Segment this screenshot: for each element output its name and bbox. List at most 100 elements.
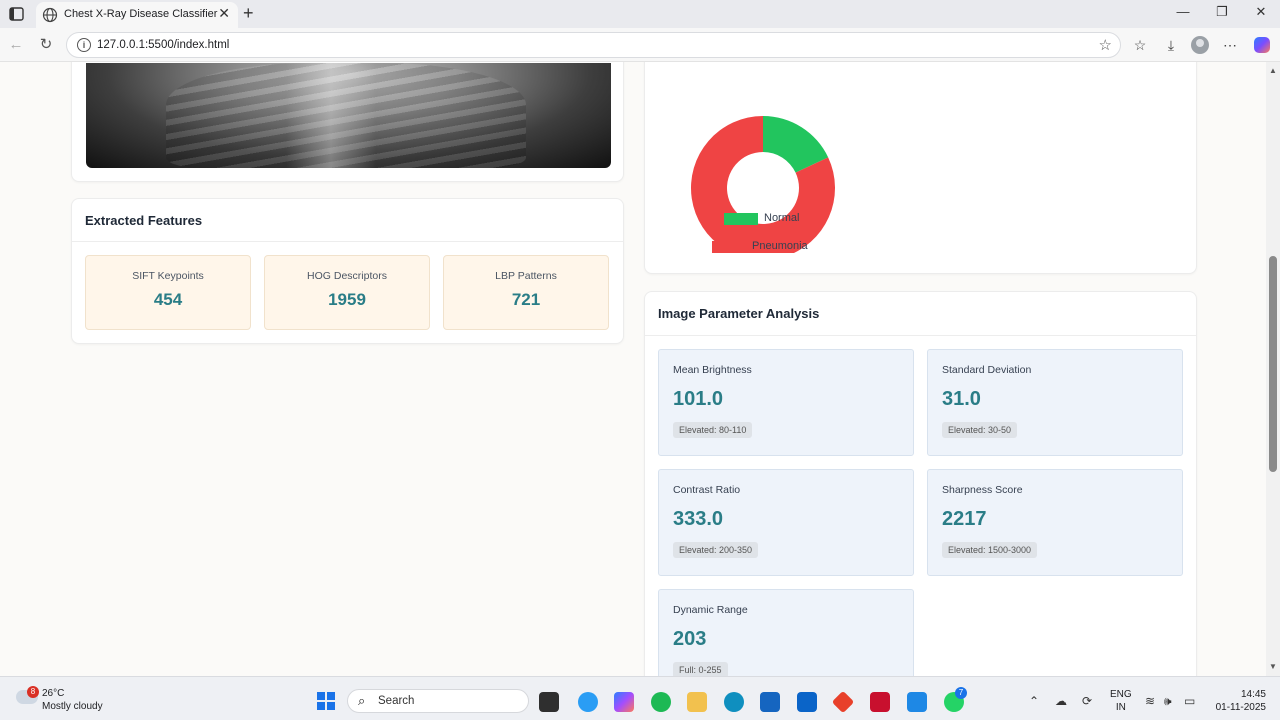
site-info-icon[interactable]: i	[77, 38, 91, 52]
donut-chart	[691, 116, 835, 253]
back-icon[interactable]: ←	[6, 35, 26, 55]
param-label: Mean Brightness	[673, 364, 752, 376]
show-hidden-icons-icon[interactable]: ⌃	[1029, 694, 1039, 708]
prediction-chart-card: Normal Pneumonia	[644, 62, 1197, 274]
globe-icon	[42, 7, 58, 23]
param-sharpness-score: Sharpness Score 2217 Elevated: 1500-3000	[927, 469, 1183, 576]
downloads-icon[interactable]: ⤓	[1161, 35, 1181, 55]
store-icon[interactable]	[760, 692, 780, 712]
legend-label: Pneumonia	[752, 240, 808, 252]
param-contrast-ratio: Contrast Ratio 333.0 Elevated: 200-350	[658, 469, 914, 576]
param-value: 333.0	[673, 508, 724, 530]
feature-label: SIFT Keypoints	[132, 270, 204, 282]
browser-toolbar: ← ↻ i 127.0.0.1:5500/index.html ☆ ☆ ⤓ ⋯	[0, 28, 1280, 62]
clock-date: 01-11-2025	[1215, 702, 1266, 713]
weather-temperature: 26°C	[42, 688, 65, 699]
param-range-badge: Elevated: 200-350	[673, 542, 759, 558]
tab-title: Chest X-Ray Disease Classifier	[64, 8, 218, 20]
search-icon: ⌕	[358, 693, 366, 708]
feature-value: 721	[511, 290, 541, 309]
close-tab-icon[interactable]: ✕	[218, 5, 230, 22]
param-range-badge: Elevated: 80-110	[673, 422, 753, 438]
sync-icon[interactable]: ⟳	[1082, 694, 1092, 708]
xray-image-card	[71, 62, 624, 182]
task-view-icon[interactable]	[539, 692, 559, 712]
edge-browser-icon[interactable]	[724, 692, 744, 712]
param-value: 31.0	[942, 388, 981, 410]
param-label: Dynamic Range	[673, 604, 748, 616]
features-title: Extracted Features	[85, 213, 203, 228]
param-standard-deviation: Standard Deviation 31.0 Elevated: 30-50	[927, 349, 1183, 456]
windows-taskbar: 8 26°C Mostly cloudy ⌕ Search 7 ⌃ ☁ ⟳ EN…	[0, 676, 1280, 720]
favorite-star-icon[interactable]: ☆	[1099, 36, 1112, 54]
extracted-features-card: Extracted Features SIFT Keypoints 454 HO…	[71, 198, 624, 344]
tab-actions-icon[interactable]	[8, 6, 26, 22]
anydesk-icon[interactable]	[831, 690, 855, 714]
param-value: 101.0	[673, 388, 724, 410]
feature-label: HOG Descriptors	[307, 270, 387, 282]
xray-image	[86, 63, 611, 168]
close-window-icon[interactable]: ✕	[1251, 4, 1271, 20]
reload-icon[interactable]: ↻	[36, 35, 56, 55]
param-range-badge: Full: 0-255	[673, 662, 728, 676]
search-label: Search	[378, 695, 415, 707]
more-options-icon[interactable]: ⋯	[1220, 35, 1240, 55]
language-code: ENG	[1110, 689, 1132, 700]
address-bar[interactable]: i 127.0.0.1:5500/index.html ☆	[66, 32, 1121, 58]
params-title: Image Parameter Analysis	[658, 306, 820, 321]
param-label: Sharpness Score	[942, 484, 1023, 496]
param-range-badge: Elevated: 1500-3000	[942, 542, 1038, 558]
legend-swatch	[712, 241, 746, 253]
param-mean-brightness: Mean Brightness 101.0 Elevated: 80-110	[658, 349, 914, 456]
parameter-analysis-card: Image Parameter Analysis Mean Brightness…	[644, 291, 1197, 676]
feature-sift: SIFT Keypoints 454	[85, 255, 251, 330]
param-value: 2217	[942, 508, 987, 530]
favorites-icon[interactable]: ☆	[1130, 35, 1150, 55]
weather-alert-badge: 8	[27, 686, 39, 698]
browser-tab-active[interactable]: Chest X-Ray Disease Classifier ✕	[36, 2, 238, 28]
copilot-icon[interactable]	[1254, 37, 1270, 53]
page-viewport: Extracted Features SIFT Keypoints 454 HO…	[0, 62, 1266, 676]
clock-time: 14:45	[1240, 689, 1266, 700]
outlook-icon[interactable]	[797, 692, 817, 712]
divider	[645, 335, 1196, 336]
param-dynamic-range: Dynamic Range 203 Full: 0-255	[658, 589, 914, 676]
feature-value: 454	[153, 290, 183, 309]
page-scrollbar[interactable]: ▲ ▼	[1266, 62, 1280, 676]
system-clock[interactable]: 14:45 01-11-2025	[1206, 688, 1266, 714]
onedrive-icon[interactable]: ☁	[1055, 694, 1067, 708]
param-range-badge: Elevated: 30-50	[942, 422, 1018, 438]
param-label: Contrast Ratio	[673, 484, 741, 496]
whatsapp-badge: 7	[955, 687, 967, 699]
vscode-icon[interactable]	[907, 692, 927, 712]
spotify-icon[interactable]	[651, 692, 671, 712]
feature-lbp: LBP Patterns 721	[443, 255, 609, 330]
battery-icon[interactable]: ▭	[1184, 694, 1195, 708]
param-value: 203	[673, 628, 707, 650]
copilot-app-icon[interactable]	[614, 692, 634, 712]
file-explorer-icon[interactable]	[687, 692, 707, 712]
windows-start-icon[interactable]	[317, 692, 335, 710]
new-tab-icon[interactable]: +	[243, 3, 254, 24]
legend-label: Normal	[764, 212, 800, 224]
region-code: IN	[1115, 702, 1126, 713]
weather-description: Mostly cloudy	[42, 701, 103, 712]
volume-icon[interactable]: 🕪	[1164, 694, 1172, 709]
profile-avatar[interactable]	[1191, 36, 1209, 54]
feature-value: 1959	[328, 290, 366, 309]
scrollbar-thumb[interactable]	[1269, 256, 1277, 472]
wifi-icon[interactable]: ≋	[1145, 694, 1155, 708]
legend-swatch	[724, 213, 758, 225]
feature-label: LBP Patterns	[495, 270, 557, 282]
donut-slice-pneumonia[interactable]	[691, 116, 835, 253]
url-text[interactable]: 127.0.0.1:5500/index.html	[97, 39, 229, 51]
scroll-up-icon[interactable]: ▲	[1269, 66, 1277, 75]
input-language[interactable]: ENG IN	[1110, 688, 1132, 714]
browser-titlebar: Chest X-Ray Disease Classifier ✕ + — ❐ ✕	[0, 0, 1280, 28]
edge-dev-icon[interactable]	[578, 692, 598, 712]
scroll-down-icon[interactable]: ▼	[1269, 662, 1277, 671]
taskbar-search[interactable]: ⌕ Search	[347, 689, 529, 713]
maximize-icon[interactable]: ❐	[1212, 4, 1232, 20]
mcafee-icon[interactable]	[870, 692, 890, 712]
minimize-icon[interactable]: —	[1173, 4, 1193, 19]
